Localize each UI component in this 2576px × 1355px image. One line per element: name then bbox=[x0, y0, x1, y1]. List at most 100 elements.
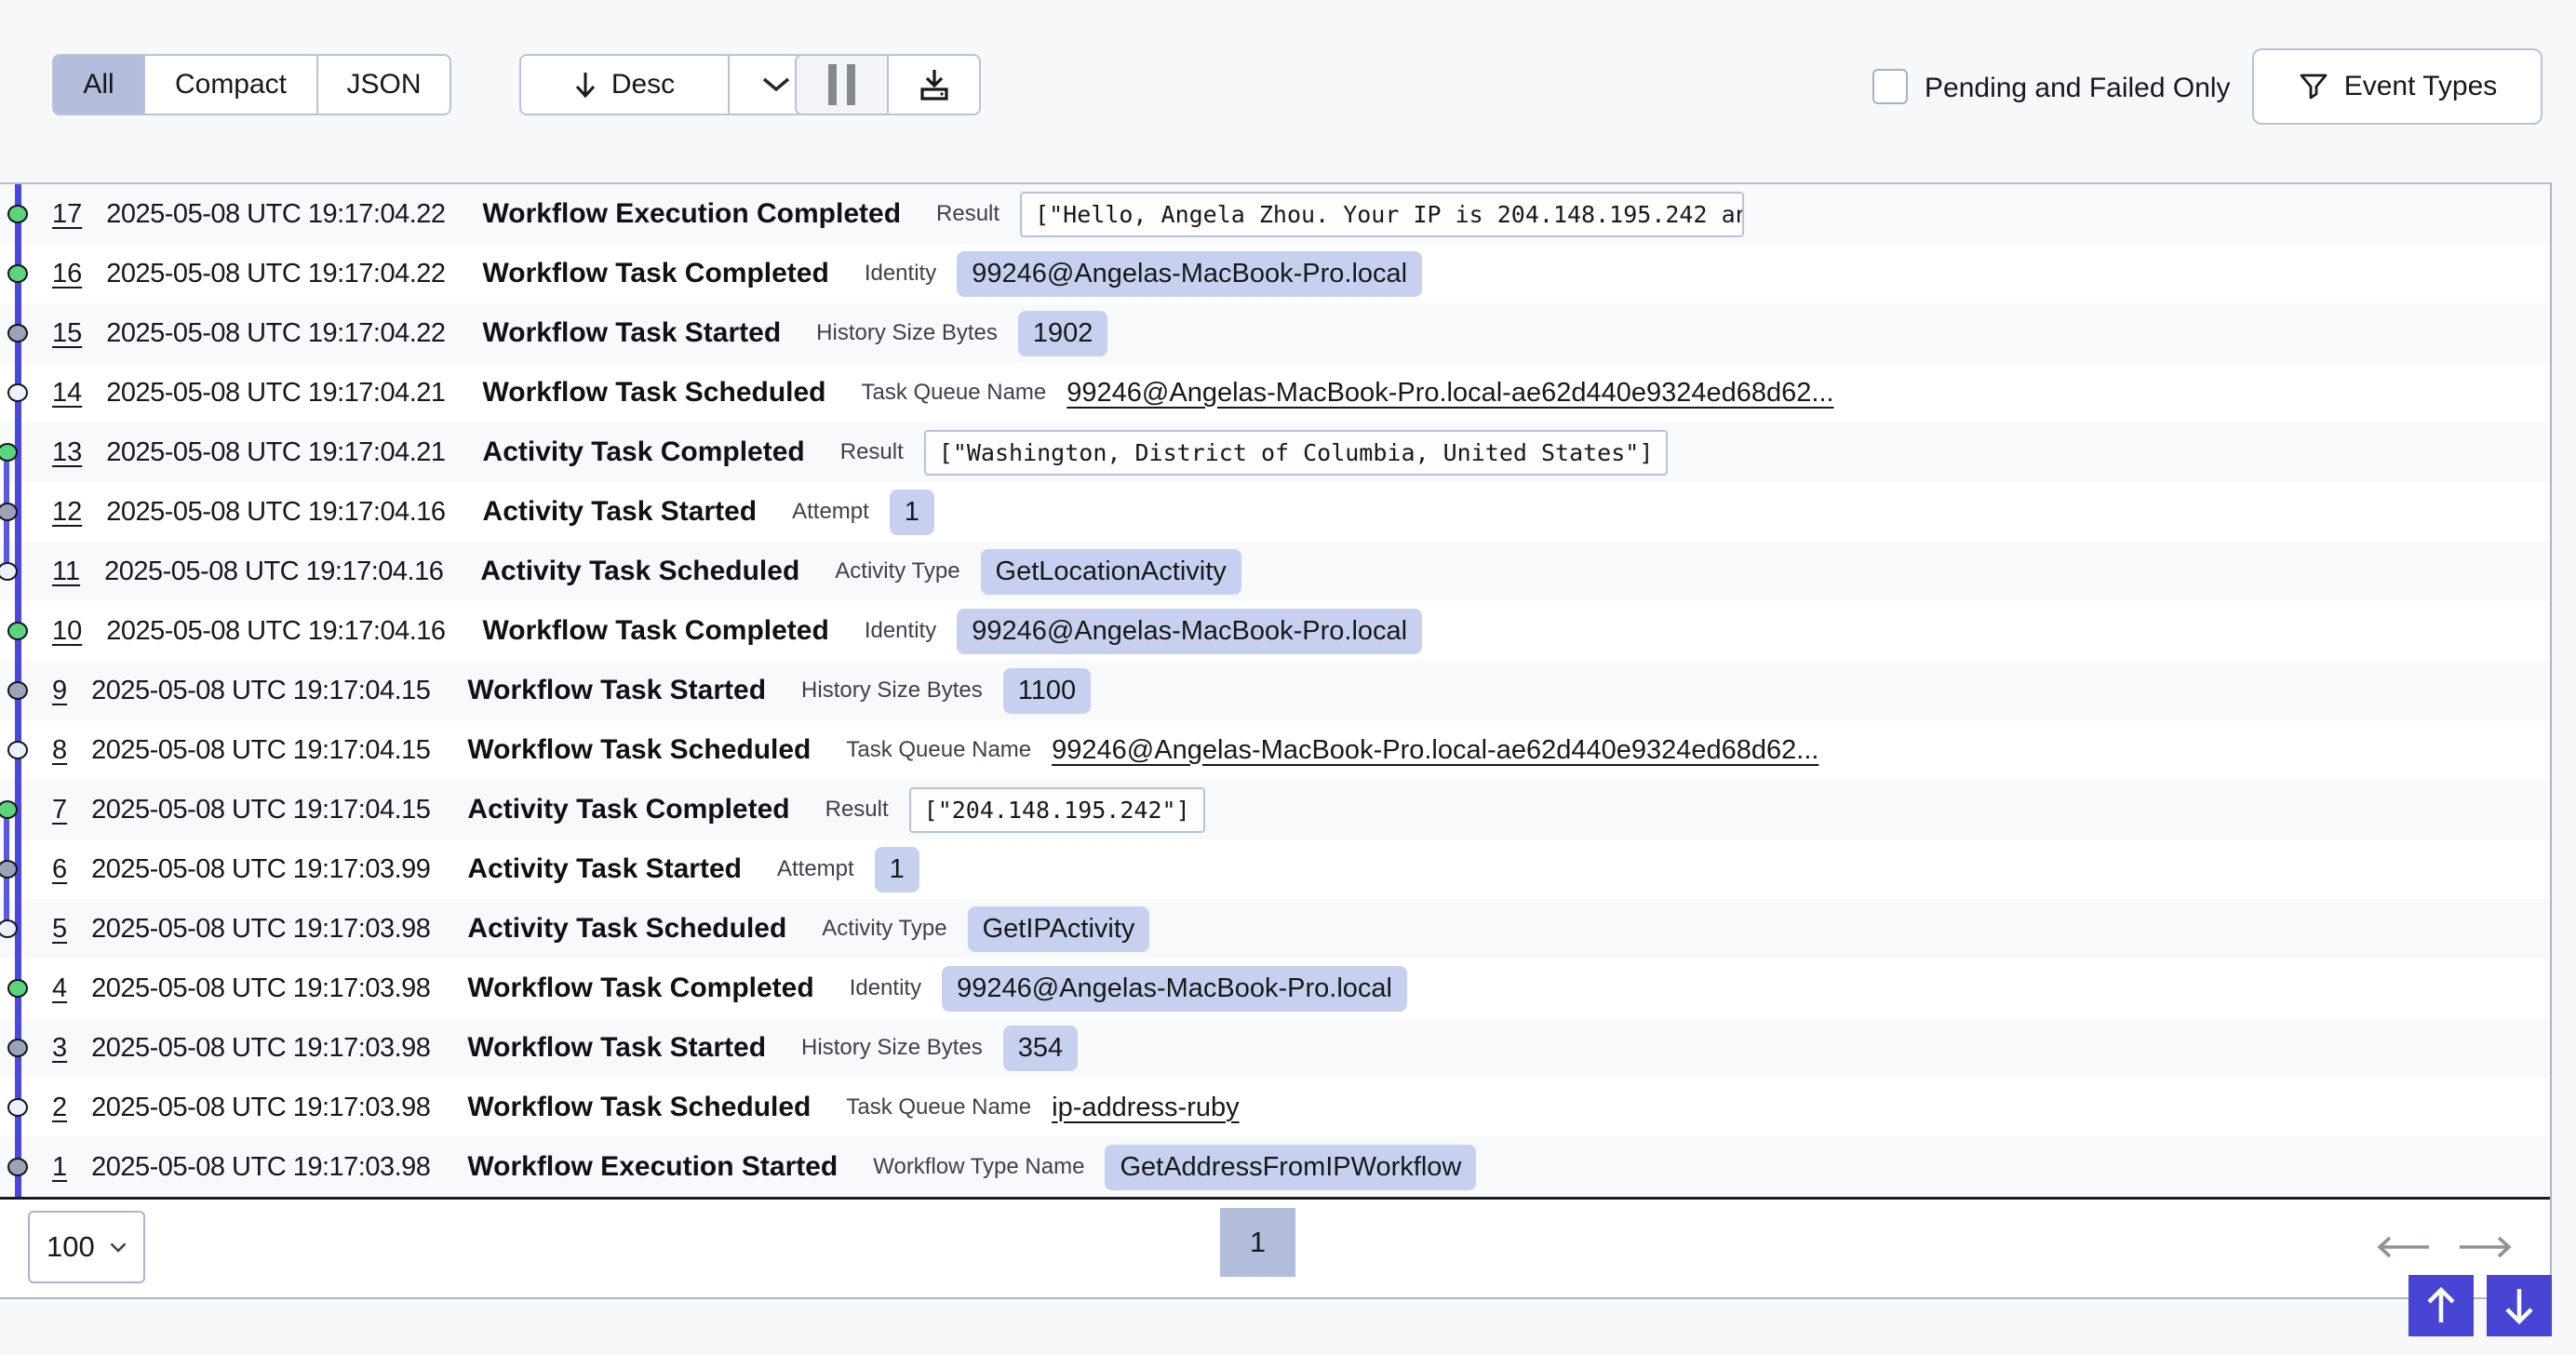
arrow-up-icon bbox=[2423, 1286, 2459, 1325]
event-row[interactable]: 52025-05-08 UTC 19:17:03.98Activity Task… bbox=[0, 899, 2550, 959]
event-id-link[interactable]: 13 bbox=[52, 437, 82, 468]
tab-json[interactable]: JSON bbox=[316, 56, 449, 114]
tab-compact[interactable]: Compact bbox=[143, 56, 316, 114]
scroll-to-bottom-button[interactable] bbox=[2487, 1275, 2552, 1336]
event-id-link[interactable]: 14 bbox=[52, 378, 82, 409]
event-id-link[interactable]: 2 bbox=[52, 1093, 67, 1123]
event-timestamp: 2025-05-08 UTC 19:17:04.15 bbox=[91, 735, 430, 766]
event-id-link[interactable]: 6 bbox=[52, 854, 67, 885]
previous-page-arrow[interactable] bbox=[2377, 1235, 2431, 1259]
event-timestamp: 2025-05-08 UTC 19:17:04.21 bbox=[106, 378, 445, 409]
event-timestamp: 2025-05-08 UTC 19:17:04.22 bbox=[106, 199, 445, 230]
event-status-dot-started bbox=[7, 1039, 28, 1057]
event-timestamp: 2025-05-08 UTC 19:17:03.98 bbox=[91, 973, 430, 1004]
filter-funnel-icon bbox=[2298, 71, 2329, 102]
event-detail-label: Result bbox=[825, 797, 889, 823]
event-result-code: ["Hello, Angela Zhou. Your IP is 204.148… bbox=[1020, 192, 1744, 237]
event-name: Activity Task Scheduled bbox=[467, 913, 786, 945]
page-number-button[interactable]: 1 bbox=[1220, 1208, 1295, 1277]
arrow-down-icon bbox=[574, 70, 597, 100]
event-id-link[interactable]: 11 bbox=[52, 557, 80, 587]
event-row[interactable]: 17 2025-05-08 UTC 19:17:04.22 Workflow Exe… bbox=[0, 184, 2550, 244]
event-detail-label: Task Queue Name bbox=[846, 737, 1031, 763]
event-row[interactable]: 62025-05-08 UTC 19:17:03.99Activity Task… bbox=[0, 839, 2550, 899]
event-row[interactable]: 92025-05-08 UTC 19:17:04.15Workflow Task… bbox=[0, 661, 2550, 720]
event-id-link[interactable]: 16 bbox=[52, 259, 82, 289]
event-detail-link[interactable]: ip-address-ruby bbox=[1052, 1093, 1239, 1123]
event-row[interactable]: 32025-05-08 UTC 19:17:03.98Workflow Task… bbox=[0, 1018, 2550, 1078]
event-id-link[interactable]: 8 bbox=[52, 735, 67, 766]
event-row[interactable]: 8 2025-05-08 UTC 19:17:04.15 Workflow Task… bbox=[0, 720, 2550, 780]
event-row[interactable]: 152025-05-08 UTC 19:17:04.22Workflow Tas… bbox=[0, 303, 2550, 363]
scroll-to-top-button[interactable] bbox=[2408, 1275, 2474, 1336]
event-name: Workflow Execution Completed bbox=[483, 198, 902, 230]
event-row[interactable]: 14 2025-05-08 UTC 19:17:04.21 Workflow Tas… bbox=[0, 363, 2550, 423]
event-result-code: ["Washington, District of Columbia, Unit… bbox=[924, 430, 1669, 476]
event-timestamp: 2025-05-08 UTC 19:17:04.15 bbox=[91, 676, 430, 706]
event-id-link[interactable]: 17 bbox=[52, 199, 82, 230]
event-detail-badge: 99246@Angelas-MacBook-Pro.local bbox=[957, 251, 1422, 297]
event-status-dot-started bbox=[7, 681, 28, 700]
event-detail-link[interactable]: 99246@Angelas-MacBook-Pro.local-ae62d440… bbox=[1067, 378, 1833, 409]
event-row[interactable]: 12025-05-08 UTC 19:17:03.98Workflow Exec… bbox=[0, 1137, 2550, 1197]
sort-label: Desc bbox=[611, 69, 675, 101]
event-timestamp: 2025-05-08 UTC 19:17:03.98 bbox=[91, 1152, 430, 1183]
event-id-link[interactable]: 5 bbox=[52, 914, 67, 945]
event-status-dot-scheduled bbox=[7, 383, 28, 402]
sort-control: Desc bbox=[519, 54, 825, 115]
event-detail-label: Activity Type bbox=[835, 558, 959, 584]
event-row[interactable]: 72025-05-08 UTC 19:17:04.15Activity Task… bbox=[0, 780, 2550, 839]
event-detail-badge: 99246@Angelas-MacBook-Pro.local bbox=[957, 609, 1422, 654]
next-page-arrow[interactable] bbox=[2458, 1235, 2512, 1259]
event-row[interactable]: 22025-05-08 UTC 19:17:03.98Workflow Task… bbox=[0, 1078, 2550, 1137]
event-row[interactable]: 132025-05-08 UTC 19:17:04.21Activity Tas… bbox=[0, 423, 2550, 482]
event-detail-label: Workflow Type Name bbox=[873, 1154, 1084, 1180]
arrow-down-icon bbox=[2502, 1286, 2537, 1325]
event-detail-label: Result bbox=[840, 439, 904, 465]
event-detail-label: Task Queue Name bbox=[846, 1094, 1031, 1120]
event-id-link[interactable]: 10 bbox=[52, 616, 82, 647]
event-row[interactable]: 16 2025-05-08 UTC 19:17:04.22 Workflow Tas… bbox=[0, 244, 2550, 303]
event-row[interactable]: 112025-05-08 UTC 19:17:04.16Activity Tas… bbox=[0, 542, 2550, 601]
tab-all[interactable]: All bbox=[54, 56, 143, 114]
event-types-button[interactable]: Event Types bbox=[2252, 48, 2542, 125]
pause-button[interactable] bbox=[797, 56, 887, 114]
event-name: Workflow Task Started bbox=[483, 317, 782, 349]
event-detail-link[interactable]: 99246@Angelas-MacBook-Pro.local-ae62d440… bbox=[1052, 735, 1818, 766]
page-size-select[interactable]: 100 bbox=[28, 1211, 145, 1283]
download-icon bbox=[916, 66, 953, 103]
event-id-link[interactable]: 1 bbox=[52, 1152, 67, 1183]
event-status-dot-scheduled bbox=[7, 1098, 28, 1117]
event-id-link[interactable]: 12 bbox=[52, 497, 82, 528]
event-id-link[interactable]: 7 bbox=[52, 795, 67, 825]
event-row[interactable]: 42025-05-08 UTC 19:17:03.98Workflow Task… bbox=[0, 959, 2550, 1018]
event-timestamp: 2025-05-08 UTC 19:17:03.98 bbox=[91, 1033, 430, 1064]
event-row[interactable]: 122025-05-08 UTC 19:17:04.16Activity Tas… bbox=[0, 482, 2550, 542]
event-name: Workflow Task Completed bbox=[483, 258, 829, 289]
history-io-control bbox=[795, 54, 981, 115]
event-id-link[interactable]: 9 bbox=[52, 676, 67, 706]
event-id-link[interactable]: 4 bbox=[52, 973, 67, 1004]
event-detail-label: History Size Bytes bbox=[816, 320, 998, 346]
event-detail-label: Identity bbox=[850, 975, 921, 1001]
download-button[interactable] bbox=[887, 56, 979, 114]
event-name: Activity Task Completed bbox=[483, 436, 805, 468]
event-history-table: 172025-05-08 UTC 19:17:04.22Workflow Exe… bbox=[0, 184, 2550, 1197]
pending-failed-checkbox[interactable] bbox=[1872, 69, 1908, 104]
event-status-dot-scheduled bbox=[7, 741, 28, 759]
event-id-link[interactable]: 15 bbox=[52, 318, 82, 349]
event-detail-label: Identity bbox=[865, 261, 936, 287]
event-row[interactable]: 102025-05-08 UTC 19:17:04.16Workflow Tas… bbox=[0, 601, 2550, 661]
event-detail-badge: 1 bbox=[890, 490, 934, 535]
event-id-link[interactable]: 3 bbox=[52, 1033, 67, 1064]
event-timestamp: 2025-05-08 UTC 19:17:03.98 bbox=[91, 1093, 430, 1123]
event-name: Workflow Task Scheduled bbox=[467, 734, 811, 766]
event-name: Activity Task Started bbox=[467, 853, 742, 885]
event-timestamp: 2025-05-08 UTC 19:17:04.15 bbox=[91, 795, 430, 825]
event-name: Workflow Task Scheduled bbox=[483, 377, 826, 409]
event-detail-label: Result bbox=[936, 201, 1000, 227]
sort-desc-button[interactable]: Desc bbox=[521, 56, 728, 114]
pending-failed-label: Pending and Failed Only bbox=[1925, 73, 2231, 104]
event-detail-badge: GetLocationActivity bbox=[981, 549, 1241, 595]
event-timestamp: 2025-05-08 UTC 19:17:04.22 bbox=[106, 259, 445, 289]
